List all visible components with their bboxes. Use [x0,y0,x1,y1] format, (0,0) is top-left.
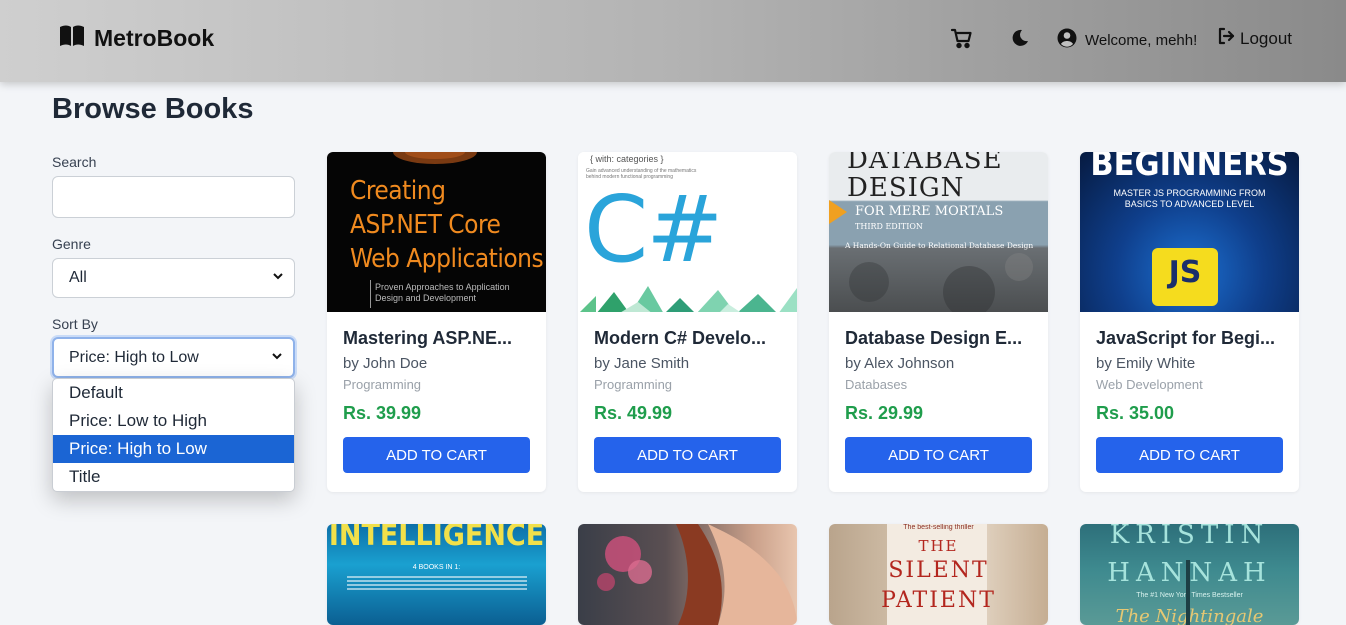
cover-text: THIRD EDITION [855,222,923,231]
book-cover[interactable]: The best-selling thriller THE SILENT PAT… [829,524,1048,625]
book-author: by Emily White [1096,355,1196,372]
add-to-cart-button[interactable]: ADD TO CART [343,437,530,473]
cover-text: JS [1168,255,1202,290]
book-title[interactable]: Database Design E... [845,328,1032,349]
sort-option-default[interactable]: Default [53,379,294,407]
book-genre: Web Development [1096,377,1203,392]
book-title[interactable]: Mastering ASP.NE... [343,328,530,349]
page-title: Browse Books [52,93,254,125]
book-cover[interactable]: DATABASE DESIGN FOR MERE MORTALS THIRD E… [829,152,1048,312]
cover-text: SILENT [888,558,989,583]
book-cover[interactable]: KRISTIN HANNAH The #1 New York Times Bes… [1080,524,1299,625]
genre-label: Genre [52,236,91,252]
search-input[interactable] [52,176,295,218]
sort-label: Sort By [52,316,98,332]
book-cover[interactable] [578,524,797,625]
book-title[interactable]: Modern C# Develo... [594,328,781,349]
logout-button[interactable]: Logout [1217,27,1292,50]
navbar: MetroBook Welcome, mehh! Logout [0,0,1346,82]
book-price: Rs. 49.99 [594,403,673,423]
book-cover[interactable]: BEGINNERS MASTER JS PROGRAMMING FROM BAS… [1080,152,1299,312]
sort-dropdown-menu: Default Price: Low to High Price: High t… [52,378,295,492]
welcome-text: Welcome, mehh! [1085,31,1198,49]
logout-icon [1217,27,1235,50]
book-genre: Databases [845,377,908,392]
add-to-cart-button[interactable]: ADD TO CART [845,437,1032,473]
cover-text: DATABASE [847,152,1003,175]
sort-option-price-high-low[interactable]: Price: High to Low [53,435,294,463]
cover-text: FOR MERE MORTALS [855,204,1004,219]
cover-text: THE [918,537,959,555]
book-card: BEGINNERS MASTER JS PROGRAMMING FROM BAS… [1080,152,1299,492]
brand[interactable]: MetroBook [58,24,214,53]
book-title[interactable]: JavaScript for Begi... [1096,328,1283,349]
cover-text: PATIENT [881,588,996,613]
cover-text: A Hands-On Guide to Relational Database … [845,241,1034,250]
book-card: The best-selling thriller THE SILENT PAT… [829,524,1048,625]
genre-selected-value: All [69,269,87,286]
sort-option-price-low-high[interactable]: Price: Low to High [53,407,294,435]
moon-icon[interactable] [1010,28,1030,48]
book-card: Creating ASP.NET Core Web Applications P… [327,152,546,492]
book-cover[interactable]: Creating ASP.NET Core Web Applications P… [327,152,546,312]
book-price: Rs. 39.99 [343,403,422,423]
add-to-cart-button[interactable]: ADD TO CART [594,437,781,473]
book-card: INTELLIGENCE 4 BOOKS IN 1: [327,524,546,625]
book-author: by John Doe [343,355,428,372]
add-to-cart-button[interactable]: ADD TO CART [1096,437,1283,473]
book-price: Rs. 35.00 [1096,403,1175,423]
cover-text: The best-selling thriller [903,524,974,531]
cover-text: Proven Approaches to Application [375,282,510,292]
book-card [578,524,797,625]
book-genre: Programming [343,377,422,392]
sort-option-title[interactable]: Title [53,463,294,491]
book-card: KRISTIN HANNAH The #1 New York Times Bes… [1080,524,1299,625]
cover-text: Web Applications [350,244,544,274]
search-label: Search [52,154,97,170]
cover-text: ASP.NET Core [350,210,501,240]
cover-text: INTELLIGENCE [328,524,545,553]
cover-text: { with: categories } [590,154,664,164]
cover-text: 4 BOOKS IN 1: [412,564,461,571]
cover-text: C# [584,176,723,283]
book-author: by Jane Smith [594,355,690,372]
book-card: DATABASE DESIGN FOR MERE MORTALS THIRD E… [829,152,1048,492]
cover-text: MASTER JS PROGRAMMING FROM [1113,188,1266,198]
book-cover[interactable]: INTELLIGENCE 4 BOOKS IN 1: [327,524,546,625]
book-author: by Alex Johnson [845,355,955,372]
sort-select[interactable]: Price: High to Low [52,337,295,378]
brand-name: MetroBook [94,25,215,51]
cover-text: BEGINNERS [1090,152,1289,184]
book-genre: Programming [594,377,673,392]
book-cover[interactable]: { with: categories } Gain advanced under… [578,152,797,312]
cart-icon[interactable] [950,26,974,50]
sort-selected-value: Price: High to Low [69,348,199,366]
book-card: { with: categories } Gain advanced under… [578,152,797,492]
chevron-down-icon [271,349,283,367]
logout-label: Logout [1240,28,1292,48]
book-icon [58,24,86,53]
book-price: Rs. 29.99 [845,403,924,423]
cover-text: DESIGN [847,173,965,203]
user-menu[interactable]: Welcome, mehh! [1057,28,1197,52]
cover-text: BASICS TO ADVANCED LEVEL [1124,199,1255,209]
cover-text: KRISTIN [1109,524,1270,550]
user-circle-icon [1057,28,1077,52]
cover-text: Creating [350,176,446,206]
genre-select[interactable]: All [52,258,295,298]
chevron-down-icon [272,269,284,287]
cover-text: Design and Development [375,293,477,303]
